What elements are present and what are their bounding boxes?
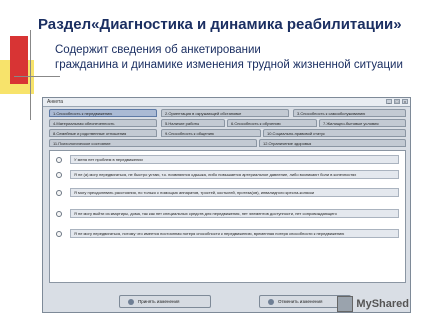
apply-button-label: Принять изменения	[138, 299, 180, 304]
tab-education[interactable]: 6.Способность к обучению	[227, 119, 317, 127]
radio-button[interactable]	[56, 157, 62, 163]
question-row[interactable]: Я не могу выйти из квартиры, дома, так к…	[56, 209, 399, 218]
radio-button[interactable]	[56, 190, 62, 196]
window-titlebar: Анкета _ □ x	[43, 98, 410, 107]
tab-family-relations[interactable]: 8.Семейные и родственные отношения	[49, 129, 157, 137]
radio-button[interactable]	[56, 231, 62, 237]
question-text: Я не могу передвигаться, потому что имее…	[70, 229, 399, 238]
tab-living-conditions[interactable]: 7.Жилищно-бытовые условия	[319, 119, 406, 127]
question-text: Я не (а) могу передвигаться, не быстро у…	[70, 170, 399, 179]
tab-material-security[interactable]: 4.Материальная обеспеченность	[49, 119, 157, 127]
slide-subtitle: Содержит сведения об анкетировании гражд…	[55, 43, 403, 73]
question-row[interactable]: Я могу преодолевать расстояния, но тольк…	[56, 188, 399, 197]
subtitle-line-1: Содержит сведения об анкетировании	[55, 44, 261, 56]
cancel-button-label: Отменить изменения	[278, 299, 323, 304]
question-text: Я не могу выйти из квартиры, дома, так к…	[70, 209, 399, 218]
cancel-icon	[268, 298, 274, 305]
radio-button[interactable]	[56, 211, 62, 217]
tab-strip: 1.Способность к передвижению 2.Ориентаци…	[43, 107, 410, 151]
tab-psychological-state[interactable]: 11.Психологическое состояние	[49, 139, 257, 147]
tab-orientation[interactable]: 2.Ориентация в окружающей обстановке	[161, 109, 289, 117]
tab-communication[interactable]: 9.Способность к общению	[161, 129, 261, 137]
tab-mobility[interactable]: 1.Способность к передвижению	[49, 109, 157, 117]
tab-self-care[interactable]: 3.Способность к самообслуживанию	[293, 109, 406, 117]
minimize-icon[interactable]: _	[386, 99, 392, 104]
decor-horizontal-line	[14, 76, 60, 77]
tab-legal-status[interactable]: 10.Социально-правовой статус	[263, 129, 406, 137]
watermark-icon	[337, 296, 354, 312]
subtitle-line-2: гражданина и динамике изменения трудной …	[55, 59, 403, 71]
question-row[interactable]: Я не (а) могу передвигаться, не быстро у…	[56, 170, 399, 179]
tab-health-limitation[interactable]: 12.Ограничение здоровья	[259, 139, 406, 147]
radio-button[interactable]	[56, 172, 62, 178]
decor-vertical-line	[30, 30, 31, 120]
window-title: Анкета	[47, 99, 63, 105]
question-row[interactable]: У меня нет проблем в передвижении	[56, 155, 399, 164]
slide-title: Раздел«Диагностика и динамика реабилитац…	[38, 16, 402, 33]
close-icon[interactable]: x	[402, 99, 408, 104]
question-text: У меня нет проблем в передвижении	[70, 155, 399, 164]
watermark-text: MyShared	[356, 298, 409, 310]
apply-changes-button[interactable]: Принять изменения	[119, 295, 211, 308]
watermark-logo: MyShared	[337, 296, 409, 312]
questionnaire-window: Анкета _ □ x 1.Способность к передвижени…	[42, 97, 411, 313]
window-controls: _ □ x	[386, 99, 408, 104]
apply-icon	[128, 298, 134, 305]
question-row[interactable]: Я не могу передвигаться, потому что имее…	[56, 229, 399, 238]
question-text: Я могу преодолевать расстояния, но тольк…	[70, 188, 399, 197]
tab-employment[interactable]: 5.Наличие работы	[161, 119, 225, 127]
maximize-icon[interactable]: □	[394, 99, 400, 104]
questions-panel: У меня нет проблем в передвижении Я не (…	[49, 150, 406, 283]
